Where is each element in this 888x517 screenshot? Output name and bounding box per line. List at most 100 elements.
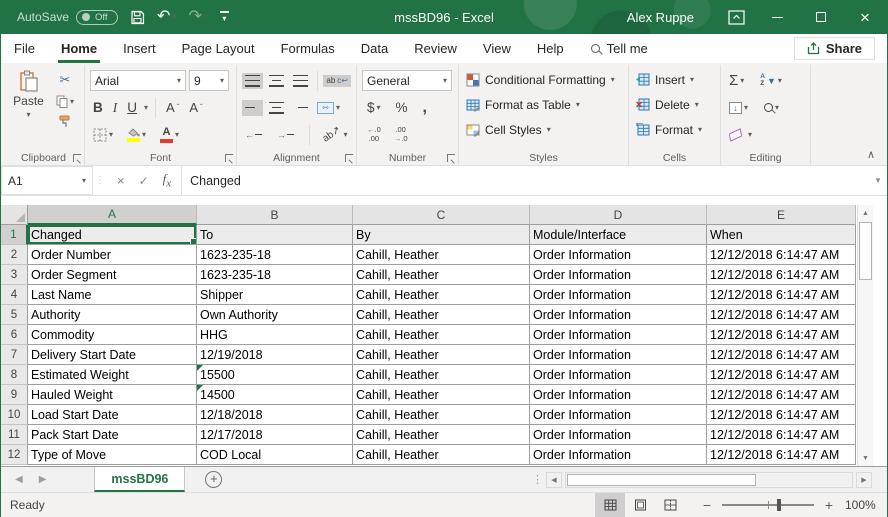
tab-insert[interactable]: Insert	[110, 34, 169, 63]
cell-B6[interactable]: HHG	[197, 325, 353, 345]
cell-D11[interactable]: Order Information	[530, 425, 707, 445]
vertical-scrollbar[interactable]: ▲ ▼	[857, 205, 873, 466]
row-header-7[interactable]: 7	[1, 345, 28, 365]
tab-view[interactable]: View	[470, 34, 524, 63]
user-account[interactable]: Alex Ruppe	[627, 10, 694, 25]
align-center-button[interactable]	[266, 100, 287, 116]
cut-icon[interactable]: ✂	[53, 70, 77, 90]
tab-scroll-splitter[interactable]: ⋮	[532, 473, 543, 486]
cell-B11[interactable]: 12/17/2018	[197, 425, 353, 445]
horizontal-scroll-thumb[interactable]	[567, 474, 756, 486]
fill-color-button[interactable]: ▾	[124, 126, 149, 144]
collapse-ribbon-icon[interactable]: ∧	[867, 148, 875, 161]
tab-formulas[interactable]: Formulas	[268, 34, 348, 63]
decrease-indent-button[interactable]: ←	[242, 127, 268, 143]
formula-input[interactable]: Changed	[182, 166, 869, 195]
confirm-entry-icon[interactable]: ✓	[139, 174, 149, 188]
cell-E6[interactable]: 12/12/2018 6:14:47 AM	[707, 325, 856, 345]
cell-D10[interactable]: Order Information	[530, 405, 707, 425]
page-break-view-button[interactable]	[655, 493, 685, 517]
row-header-2[interactable]: 2	[1, 245, 28, 265]
cell-E9[interactable]: 12/12/2018 6:14:47 AM	[707, 385, 856, 405]
cell-A1[interactable]: Changed	[28, 225, 197, 245]
tab-help[interactable]: Help	[524, 34, 577, 63]
horizontal-scrollbar[interactable]	[565, 472, 853, 488]
sheet-nav-right-icon[interactable]: ▶	[39, 474, 47, 485]
close-button[interactable]: ×	[843, 0, 887, 34]
cell-C2[interactable]: Cahill, Heather	[353, 245, 530, 265]
format-cells-button[interactable]: Format▾	[634, 117, 704, 142]
cell-A9[interactable]: Hauled Weight	[28, 385, 197, 405]
find-select-button[interactable]: ▾	[761, 101, 782, 114]
scroll-left-icon[interactable]: ◀	[546, 472, 562, 488]
cell-A11[interactable]: Pack Start Date	[28, 425, 197, 445]
cell-A10[interactable]: Load Start Date	[28, 405, 197, 425]
cell-B10[interactable]: 12/18/2018	[197, 405, 353, 425]
orientation-button[interactable]: ab↗▾	[319, 127, 351, 142]
normal-view-button[interactable]	[595, 493, 625, 517]
ribbon-display-options-icon[interactable]	[728, 10, 745, 25]
scroll-up-icon[interactable]: ▲	[858, 205, 873, 221]
tell-me-search[interactable]: Tell me	[591, 41, 648, 56]
page-layout-view-button[interactable]	[625, 493, 655, 517]
number-dialog-launcher-icon[interactable]	[447, 154, 455, 162]
cell-E8[interactable]: 12/12/2018 6:14:47 AM	[707, 365, 856, 385]
save-icon[interactable]	[130, 10, 145, 25]
cell-styles-button[interactable]: Cell Styles▾	[464, 117, 617, 142]
italic-button[interactable]: I	[110, 98, 121, 118]
column-header-A[interactable]: A	[28, 205, 197, 225]
number-format-combo[interactable]: General▾	[362, 70, 452, 91]
zoom-slider-thumb[interactable]	[777, 499, 781, 511]
vertical-scroll-thumb[interactable]	[859, 222, 872, 280]
accounting-format-button[interactable]: $▾	[364, 98, 384, 117]
cancel-entry-icon[interactable]: ×	[117, 173, 125, 188]
cell-C5[interactable]: Cahill, Heather	[353, 305, 530, 325]
row-header-10[interactable]: 10	[1, 405, 28, 425]
clear-button[interactable]: ▾	[726, 128, 755, 141]
cell-C6[interactable]: Cahill, Heather	[353, 325, 530, 345]
cell-A3[interactable]: Order Segment	[28, 265, 197, 285]
cell-E11[interactable]: 12/12/2018 6:14:47 AM	[707, 425, 856, 445]
copy-icon[interactable]: ▾	[53, 93, 77, 110]
bottom-align-button[interactable]	[290, 73, 311, 89]
cell-B7[interactable]: 12/19/2018	[197, 345, 353, 365]
cell-C9[interactable]: Cahill, Heather	[353, 385, 530, 405]
row-header-11[interactable]: 11	[1, 425, 28, 445]
cell-E2[interactable]: 12/12/2018 6:14:47 AM	[707, 245, 856, 265]
column-header-B[interactable]: B	[197, 205, 353, 225]
format-painter-icon[interactable]	[53, 113, 77, 130]
font-color-button[interactable]: A ▾	[157, 125, 182, 145]
undo-button[interactable]: ↶▾	[157, 9, 176, 25]
cell-D1[interactable]: Module/Interface	[530, 225, 707, 245]
autosave-toggle[interactable]: AutoSave Off	[17, 10, 118, 25]
tab-file[interactable]: File	[1, 34, 48, 63]
tab-data[interactable]: Data	[348, 34, 401, 63]
sheet-tab-active[interactable]: mssBD96	[94, 467, 185, 492]
cell-D3[interactable]: Order Information	[530, 265, 707, 285]
shrink-font-button[interactable]: Aˇ	[186, 98, 205, 117]
cell-E4[interactable]: 12/12/2018 6:14:47 AM	[707, 285, 856, 305]
tab-page-layout[interactable]: Page Layout	[169, 34, 268, 63]
cell-A6[interactable]: Commodity	[28, 325, 197, 345]
name-box[interactable]: A1▾	[1, 166, 93, 195]
cell-C11[interactable]: Cahill, Heather	[353, 425, 530, 445]
cell-D8[interactable]: Order Information	[530, 365, 707, 385]
align-left-button[interactable]	[242, 100, 263, 116]
cell-E3[interactable]: 12/12/2018 6:14:47 AM	[707, 265, 856, 285]
paste-button[interactable]: Paste ▾	[8, 67, 49, 121]
cell-A8[interactable]: Estimated Weight	[28, 365, 197, 385]
row-header-1[interactable]: 1	[1, 225, 28, 245]
cell-C10[interactable]: Cahill, Heather	[353, 405, 530, 425]
cell-D4[interactable]: Order Information	[530, 285, 707, 305]
cell-E12[interactable]: 12/12/2018 6:14:47 AM	[707, 445, 856, 465]
cell-C1[interactable]: By	[353, 225, 530, 245]
expand-formula-bar-icon[interactable]: ▾	[869, 166, 887, 195]
row-header-4[interactable]: 4	[1, 285, 28, 305]
column-header-C[interactable]: C	[353, 205, 530, 225]
percent-style-button[interactable]: %	[393, 98, 411, 117]
share-button[interactable]: Share	[794, 37, 875, 60]
cell-B1[interactable]: To	[197, 225, 353, 245]
scroll-right-icon[interactable]: ▶	[856, 472, 872, 488]
row-header-6[interactable]: 6	[1, 325, 28, 345]
maximize-button[interactable]	[799, 0, 843, 34]
